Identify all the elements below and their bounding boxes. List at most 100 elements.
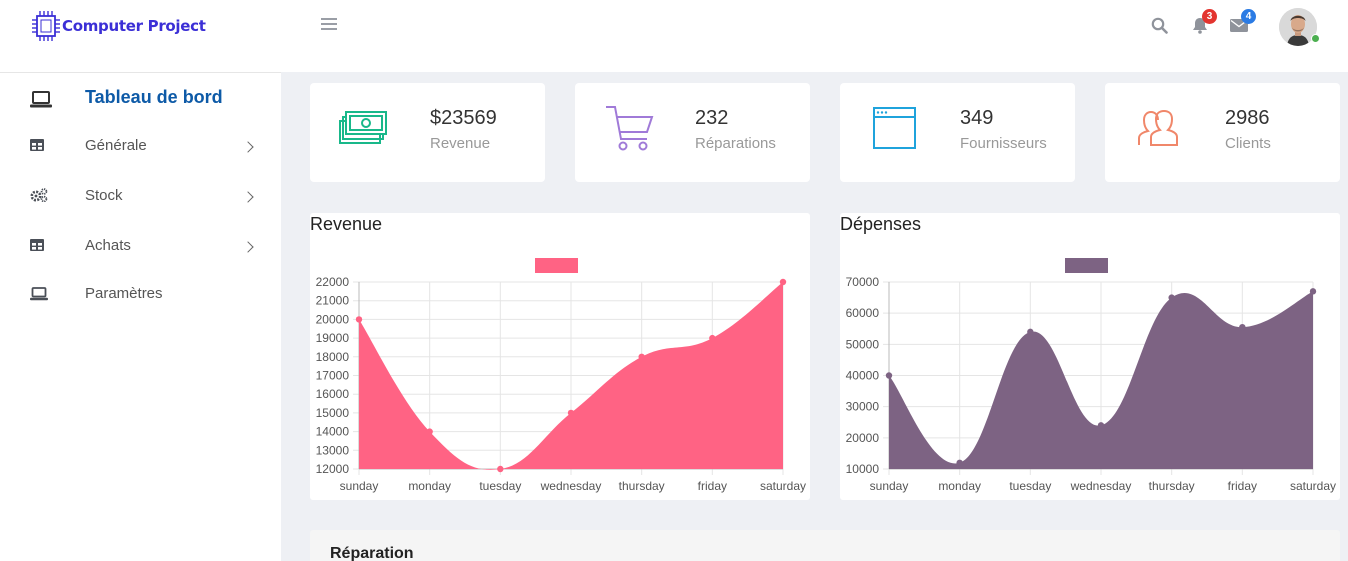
y-tick-label: 70000 xyxy=(846,275,880,289)
x-tick-label: saturday xyxy=(760,479,806,493)
data-point xyxy=(1027,328,1034,336)
data-point xyxy=(956,459,963,466)
sidebar: Tableau de bord Générale Stock Achats Pa… xyxy=(0,72,281,561)
y-tick-label: 20000 xyxy=(316,312,350,326)
x-tick-label: friday xyxy=(698,479,727,493)
stat-card-fournisseurs[interactable]: 349 Fournisseurs xyxy=(840,83,1075,182)
browser-window-icon xyxy=(873,107,916,149)
stat-value: 232 xyxy=(695,107,729,129)
depenses-chart-panel: 70000 60000 50000 40000 30000 20000 10000 sunda… xyxy=(840,213,1340,500)
y-tick-label: 16000 xyxy=(316,387,350,401)
chevron-right-icon xyxy=(242,241,254,253)
data-point xyxy=(426,428,433,435)
sidebar-item-tableau-de-bord[interactable]: Tableau de bord xyxy=(0,85,281,125)
cart-icon xyxy=(606,106,654,151)
sidebar-item-label: Paramètres xyxy=(85,285,163,302)
stat-card-revenue[interactable]: $23569 Revenue xyxy=(310,83,545,182)
menu-toggle-icon[interactable] xyxy=(321,18,337,32)
y-tick-label: 30000 xyxy=(846,400,880,414)
y-tick-label: 19000 xyxy=(316,331,350,345)
sidebar-item-label: Tableau de bord xyxy=(85,87,223,107)
chevron-right-icon xyxy=(242,191,254,203)
section-title: Réparation xyxy=(330,545,414,561)
messages-badge: 4 xyxy=(1241,9,1256,24)
laptop-icon xyxy=(30,91,52,108)
money-icon xyxy=(339,111,387,144)
stat-value: $23569 xyxy=(430,107,497,129)
chart-title: Revenue xyxy=(310,214,383,234)
gears-icon xyxy=(30,188,48,202)
y-tick-label: 17000 xyxy=(316,369,350,383)
stat-label: Revenue xyxy=(430,135,491,152)
data-point xyxy=(497,465,504,473)
chart-title: Dépenses xyxy=(840,214,922,234)
x-tick-label: sunday xyxy=(340,479,379,493)
sidebar-item-label: Générale xyxy=(85,137,147,154)
y-tick-label: 20000 xyxy=(846,431,880,445)
stat-value: 349 xyxy=(960,107,994,129)
stat-value: 2986 xyxy=(1225,107,1270,129)
app-name: Computer Project xyxy=(62,17,206,35)
y-tick-label: 14000 xyxy=(316,425,350,439)
data-point xyxy=(1309,288,1317,295)
reparation-panel: Réparation xyxy=(310,530,1340,561)
sidebar-item-generale[interactable]: Générale xyxy=(0,133,281,173)
table-icon xyxy=(30,239,44,251)
table-icon xyxy=(30,139,44,151)
legend-swatch xyxy=(1065,258,1108,273)
notifications-badge: 3 xyxy=(1202,9,1217,24)
y-tick-label: 40000 xyxy=(846,369,880,383)
revenue-chart-panel: 22000 21000 20000 19000 18000 17000 16000 15000… xyxy=(310,213,810,500)
data-point xyxy=(885,372,893,379)
x-tick-label: monday xyxy=(408,479,451,493)
chevron-right-icon xyxy=(242,141,254,153)
messages-button[interactable]: 4 xyxy=(1230,9,1256,37)
sidebar-item-stock[interactable]: Stock xyxy=(0,183,281,223)
sidebar-item-parametres[interactable]: Paramètres xyxy=(0,281,281,321)
data-point xyxy=(355,316,363,323)
users-icon xyxy=(1138,109,1178,146)
data-point xyxy=(1239,323,1246,331)
data-point xyxy=(1168,294,1175,301)
y-tick-label: 13000 xyxy=(316,443,350,457)
notifications-button[interactable]: 3 xyxy=(1192,9,1217,39)
x-tick-label: tuesday xyxy=(1009,479,1051,493)
x-tick-label: thursday xyxy=(619,479,665,493)
data-point xyxy=(779,278,787,286)
x-tick-label: friday xyxy=(1228,479,1257,493)
sidebar-item-achats[interactable]: Achats xyxy=(0,233,281,273)
top-bar: Computer Project 3 4 xyxy=(0,0,1348,72)
y-tick-label: 22000 xyxy=(316,275,350,289)
x-tick-label: thursday xyxy=(1149,479,1195,493)
y-tick-label: 12000 xyxy=(316,462,350,476)
data-point xyxy=(709,334,716,342)
sidebar-item-label: Stock xyxy=(85,187,123,204)
x-tick-label: saturday xyxy=(1290,479,1336,493)
y-tick-label: 10000 xyxy=(846,462,880,476)
x-tick-label: monday xyxy=(938,479,981,493)
chip-icon xyxy=(32,11,60,41)
data-point xyxy=(567,409,575,417)
x-tick-label: sunday xyxy=(870,479,909,493)
stat-card-reparations[interactable]: 232 Réparations xyxy=(575,83,810,182)
laptop-icon xyxy=(30,287,48,301)
y-tick-label: 60000 xyxy=(846,306,880,320)
data-point xyxy=(1097,422,1105,429)
depenses-chart: 70000 60000 50000 40000 30000 20000 10000 sunda… xyxy=(846,258,1336,493)
y-tick-label: 15000 xyxy=(316,406,350,420)
stat-label: Réparations xyxy=(695,135,776,152)
revenue-chart: 22000 21000 20000 19000 18000 17000 16000 15000… xyxy=(316,258,806,493)
x-tick-label: tuesday xyxy=(479,479,521,493)
y-tick-label: 21000 xyxy=(316,294,350,308)
stat-card-clients[interactable]: 2986 Clients xyxy=(1105,83,1340,182)
search-icon[interactable] xyxy=(1151,17,1168,39)
app-logo[interactable]: Computer Project xyxy=(32,10,206,42)
sidebar-item-label: Achats xyxy=(85,237,131,254)
x-tick-label: wednesday xyxy=(1070,479,1132,493)
data-point xyxy=(638,353,645,360)
stat-label: Clients xyxy=(1225,135,1271,152)
stat-label: Fournisseurs xyxy=(960,135,1047,152)
online-status-indicator xyxy=(1311,34,1320,43)
y-tick-label: 50000 xyxy=(846,337,880,351)
y-tick-label: 18000 xyxy=(316,350,350,364)
